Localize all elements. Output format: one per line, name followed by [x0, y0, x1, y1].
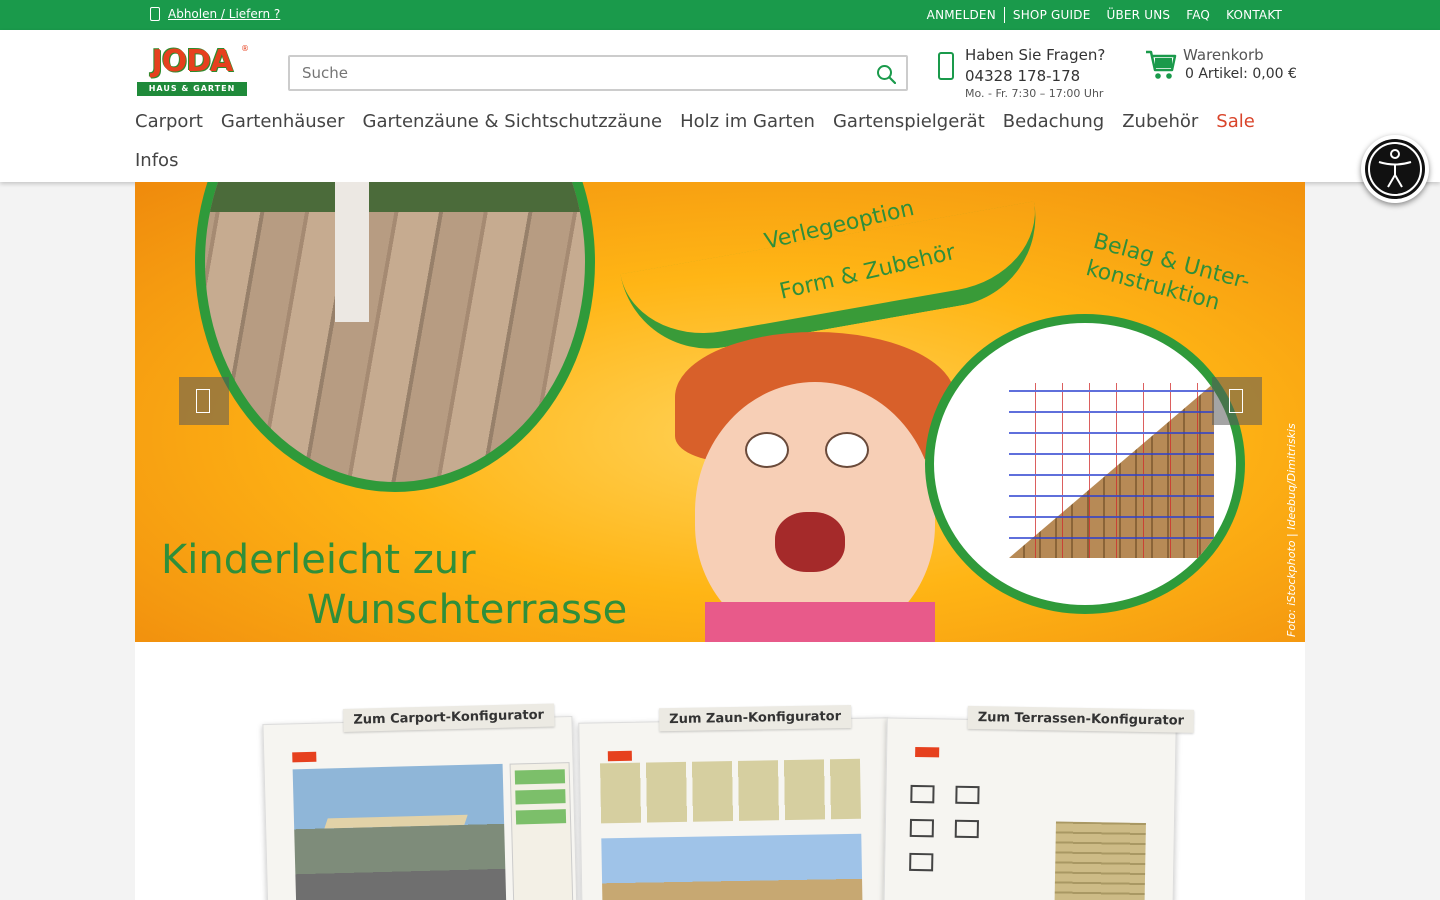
- terrace-board-preview: [1054, 821, 1146, 900]
- hero-headline-line1: Kinderleicht zur: [161, 537, 476, 583]
- carousel-prev-button[interactable]: [179, 377, 229, 425]
- shape-option: [910, 784, 935, 804]
- joda-logo[interactable]: JODA ® HAUS & GARTEN: [135, 44, 249, 98]
- cart-icon: [1146, 50, 1177, 79]
- divider: [1003, 7, 1005, 23]
- nav-item-gartenspielgeraet[interactable]: Gartenspielgerät: [833, 110, 985, 134]
- accessibility-button[interactable]: [1361, 135, 1429, 203]
- nav-item-gartenzaeune[interactable]: Gartenzäune & Sichtschutzzäune: [363, 110, 663, 134]
- logo-subtitle: HAUS & GARTEN: [137, 82, 247, 96]
- hero-banner[interactable]: Verlegeoption Form & Zubehör Belag & Unt…: [135, 182, 1305, 642]
- contact-link[interactable]: KONTAKT: [1226, 8, 1282, 22]
- pickup-delivery-link[interactable]: Abholen / Liefern ?: [150, 7, 280, 21]
- girl-eye: [745, 432, 789, 468]
- nav-item-sale[interactable]: Sale: [1216, 110, 1255, 134]
- faq-link[interactable]: FAQ: [1186, 8, 1210, 22]
- terrace-configurator-card[interactable]: Zum Terrassen-Konfigurator: [883, 705, 1195, 900]
- pickup-delivery-label[interactable]: Abholen / Liefern ?: [168, 7, 280, 21]
- accessibility-icon: [1365, 139, 1425, 199]
- contact-title: Haben Sie Fragen?: [965, 46, 1106, 64]
- deck-plan-circle: [925, 314, 1245, 614]
- fence-scene: [601, 833, 863, 900]
- about-us-link[interactable]: ÜBER UNS: [1106, 8, 1170, 22]
- carousel-next-button[interactable]: [1212, 377, 1262, 425]
- nav-item-holz-im-garten[interactable]: Holz im Garten: [680, 110, 815, 134]
- main-navigation: Carport Gartenhäuser Gartenzäune & Sicht…: [135, 110, 1275, 173]
- substructure-grid: [1009, 383, 1214, 558]
- mini-logo: [607, 750, 632, 762]
- nav-item-gartenhaeuser[interactable]: Gartenhäuser: [221, 110, 345, 134]
- birch-trunk: [335, 182, 369, 322]
- shape-option: [955, 785, 980, 805]
- mini-logo: [292, 751, 317, 763]
- carport-configurator-label[interactable]: Zum Carport-Konfigurator: [343, 703, 555, 732]
- phone-icon: [938, 52, 954, 80]
- fence-configurator-label[interactable]: Zum Zaun-Konfigurator: [659, 704, 852, 732]
- fence-configurator-card[interactable]: Zum Zaun-Konfigurator: [578, 704, 892, 900]
- nav-item-zubehoer[interactable]: Zubehör: [1122, 110, 1198, 134]
- shape-option: [909, 818, 934, 838]
- search-icon[interactable]: [876, 64, 896, 84]
- search-box: [288, 55, 908, 91]
- logo-registered-mark: ®: [241, 44, 249, 53]
- carport-options-panel: [509, 762, 574, 900]
- configurator-section: Zum Carport-Konfigurator Zum Zaun-Konfig…: [135, 642, 1305, 900]
- nav-item-infos[interactable]: Infos: [135, 149, 178, 173]
- cart-title: Warenkorb: [1183, 46, 1264, 64]
- search-input[interactable]: [290, 57, 850, 89]
- mini-logo: [915, 746, 940, 758]
- terrace-configurator-label[interactable]: Zum Terrassen-Konfigurator: [967, 705, 1195, 733]
- login-link[interactable]: ANMELDEN: [927, 8, 996, 22]
- girl-mouth: [775, 512, 845, 572]
- cart-summary: 0 Artikel: 0,00 €: [1185, 66, 1297, 82]
- terrace-shape-options: [901, 779, 1033, 891]
- hero-headline-line2: Wunschterrasse: [307, 587, 628, 633]
- map-pin-icon: [150, 7, 160, 21]
- contact-phone[interactable]: 04328 178-178: [965, 67, 1080, 85]
- nav-item-carport[interactable]: Carport: [135, 110, 203, 134]
- garden-background: [205, 182, 585, 212]
- carport-configurator-card[interactable]: Zum Carport-Konfigurator: [262, 703, 578, 900]
- top-links: ANMELDEN SHOP GUIDE ÜBER UNS FAQ KONTAKT: [927, 7, 1282, 23]
- chevron-right-icon: [1229, 389, 1243, 413]
- chevron-left-icon: [196, 389, 210, 413]
- option-bar: [514, 769, 566, 785]
- carport-preview: [292, 763, 507, 900]
- nav-item-bedachung[interactable]: Bedachung: [1003, 110, 1104, 134]
- girl-eye: [825, 432, 869, 468]
- deck-photo-circle: [195, 182, 595, 492]
- site-header: JODA ® HAUS & GARTEN Haben Sie Fragen? 0…: [0, 30, 1440, 182]
- logo-wordmark: JODA: [151, 44, 234, 79]
- top-bar: Abholen / Liefern ? ANMELDEN SHOP GUIDE …: [0, 0, 1440, 30]
- shape-option: [954, 819, 980, 839]
- contact-hours: Mo. - Fr. 7:30 – 17:00 Uhr: [965, 87, 1104, 100]
- option-bar: [515, 809, 567, 825]
- check-belag-unterkonstruktion: Belag & Unter-konstruktion: [1083, 228, 1253, 316]
- girl-shirt: [705, 602, 935, 642]
- shape-option: [909, 852, 934, 872]
- option-bar: [515, 789, 566, 805]
- shop-guide-link[interactable]: SHOP GUIDE: [1013, 8, 1091, 22]
- fence-preview: [599, 758, 861, 824]
- photo-credit: Foto: iStockphoto | Ideebuq/Dimitriskis: [1285, 423, 1298, 637]
